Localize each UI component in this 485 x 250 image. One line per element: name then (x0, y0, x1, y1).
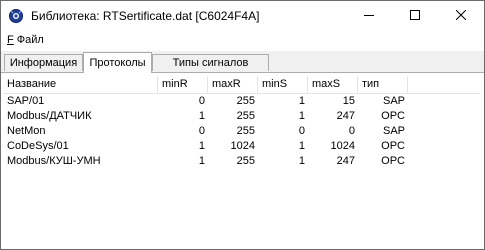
cell-minR: 0 (198, 95, 205, 107)
cell-minR: 1 (198, 140, 205, 152)
cell-name: SAP/01 (7, 95, 45, 107)
cell-minS: 1 (298, 140, 305, 152)
column-header-maxR[interactable]: maxR (208, 76, 258, 93)
table-row[interactable]: Modbus/ДАТЧИК 1 255 1 247 OPC (3, 109, 480, 124)
tab-protocols-label: Протоколы (89, 57, 146, 69)
cell-type: OPC (381, 140, 405, 152)
title-bar[interactable]: Библиотека: RTSertificate.dat [C6024F4A] (1, 1, 484, 31)
cell-minS: 1 (298, 95, 305, 107)
protocols-list: SAP/01 0 255 1 15 SAP Modbus/ДАТЧИК 1 25… (3, 94, 480, 169)
column-header-name[interactable]: Название (3, 76, 158, 93)
column-header-minS[interactable]: minS (258, 76, 308, 93)
maximize-button[interactable] (392, 1, 438, 31)
cell-maxR: 255 (236, 155, 255, 167)
cell-maxS: 247 (336, 110, 355, 122)
tab-information[interactable]: Информация (4, 54, 83, 71)
cell-maxS: 0 (348, 125, 355, 137)
minimize-icon (364, 10, 374, 23)
cell-type: OPC (381, 155, 405, 167)
cell-name: Modbus/КУШ-УМН (7, 155, 101, 167)
table-row[interactable]: CoDeSys/01 1 1024 1 1024 OPC (3, 139, 480, 154)
cell-minR: 0 (198, 125, 205, 137)
cell-minR: 1 (198, 110, 205, 122)
close-button[interactable] (438, 1, 484, 31)
cell-name: Modbus/ДАТЧИК (7, 110, 92, 122)
cell-minS: 1 (298, 155, 305, 167)
menu-bar: F Файл (1, 31, 484, 51)
cell-type: SAP (382, 125, 405, 137)
menu-file-accelerator: F (7, 34, 14, 46)
cell-minS: 0 (298, 125, 305, 137)
cell-maxS: 15 (342, 95, 355, 107)
window-title: Библиотека: RTSertificate.dat [C6024F4A] (31, 9, 260, 23)
cell-minS: 1 (298, 110, 305, 122)
gear-sphere-icon (8, 8, 24, 24)
close-icon (455, 9, 467, 23)
tab-information-label: Информация (9, 57, 78, 69)
cell-minR: 1 (198, 155, 205, 167)
cell-maxR: 255 (236, 110, 255, 122)
cell-maxS: 1024 (330, 140, 355, 152)
menu-file[interactable]: F Файл (7, 34, 44, 46)
table-row[interactable]: SAP/01 0 255 1 15 SAP (3, 94, 480, 109)
app-window: Библиотека: RTSertificate.dat [C6024F4A]… (0, 0, 485, 250)
column-header-minR[interactable]: minR (158, 76, 208, 93)
cell-name: CoDeSys/01 (7, 140, 69, 152)
cell-type: OPC (381, 110, 405, 122)
menu-file-label: Файл (16, 34, 44, 46)
cell-maxR: 255 (236, 125, 255, 137)
tab-signal-types[interactable]: Типы сигналов (152, 54, 269, 71)
table-row[interactable]: NetMon 0 255 0 0 SAP (3, 124, 480, 139)
cell-type: SAP (382, 95, 405, 107)
table-header: Название minR maxR minS maxS тип (3, 76, 480, 94)
cell-maxS: 247 (336, 155, 355, 167)
tab-signal-types-label: Типы сигналов (172, 57, 249, 69)
column-header-type[interactable]: тип (358, 76, 408, 93)
cell-name: NetMon (7, 125, 46, 137)
tab-protocols[interactable]: Протоколы (83, 52, 152, 73)
table-row[interactable]: Modbus/КУШ-УМН 1 255 1 247 OPC (3, 154, 480, 169)
minimize-button[interactable] (346, 1, 392, 31)
maximize-icon (410, 9, 420, 23)
cell-maxR: 1024 (230, 140, 255, 152)
tab-strip: Информация Протоколы Типы сигналов (1, 51, 484, 73)
protocols-panel: Название minR maxR minS maxS тип SAP/01 … (1, 72, 484, 249)
column-header-maxS[interactable]: maxS (308, 76, 358, 93)
cell-maxR: 255 (236, 95, 255, 107)
